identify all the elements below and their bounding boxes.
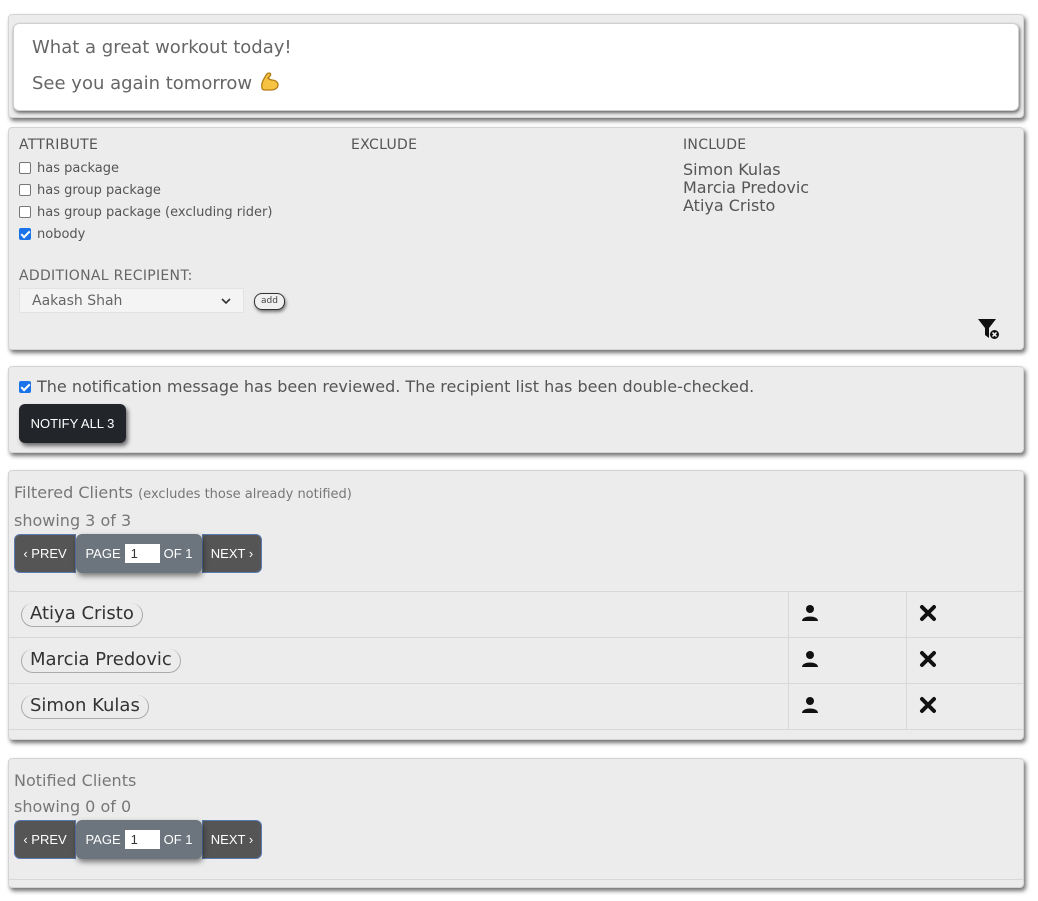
person-icon[interactable] bbox=[801, 604, 819, 626]
filtered-showing-count: showing 3 of 3 bbox=[14, 511, 132, 530]
include-name: Simon Kulas bbox=[683, 160, 781, 179]
notified-pager: ‹ PREV PAGE 1 OF 1 NEXT › bbox=[14, 820, 262, 859]
exclude-title: EXCLUDE bbox=[351, 137, 418, 153]
filtered-clients-table: Atiya Cristo Marcia Predovic Simon Kulas bbox=[9, 591, 1023, 730]
filter-clear-icon[interactable] bbox=[977, 317, 1001, 341]
attribute-column: ATTRIBUTE has package has group package … bbox=[19, 137, 272, 245]
review-checkbox[interactable] bbox=[19, 380, 31, 393]
client-name-button[interactable]: Simon Kulas bbox=[21, 694, 149, 719]
include-title: INCLUDE bbox=[683, 137, 747, 153]
message-preview[interactable]: What a great workout today! See you agai… bbox=[13, 23, 1019, 111]
page-total: OF 1 bbox=[163, 546, 193, 561]
client-name-button[interactable]: Marcia Predovic bbox=[21, 648, 181, 673]
review-confirmation[interactable]: The notification message has been review… bbox=[19, 377, 754, 396]
message-line-2: See you again tomorrow bbox=[32, 70, 1000, 104]
include-column: INCLUDE Simon Kulas Marcia Predovic Atiy… bbox=[683, 137, 809, 215]
include-name: Atiya Cristo bbox=[683, 196, 776, 215]
attribute-option[interactable]: has group package (excluding rider) bbox=[19, 201, 272, 223]
next-page-button[interactable]: NEXT › bbox=[202, 820, 262, 859]
include-name: Marcia Predovic bbox=[683, 178, 810, 197]
close-icon[interactable] bbox=[919, 650, 937, 672]
attribute-option[interactable]: has group package bbox=[19, 179, 272, 201]
table-row: Atiya Cristo bbox=[9, 591, 1023, 638]
notify-panel: The notification message has been review… bbox=[8, 366, 1024, 453]
exclude-column: EXCLUDE bbox=[351, 137, 417, 153]
filtered-clients-subtitle: (excludes those already notified) bbox=[138, 487, 352, 502]
message-line-1: What a great workout today! bbox=[32, 37, 292, 58]
attribute-label: has group package (excluding rider) bbox=[37, 204, 273, 220]
selected-recipient: Aakash Shah bbox=[32, 292, 123, 309]
person-icon[interactable] bbox=[801, 696, 819, 718]
attribute-label: has group package bbox=[37, 182, 161, 198]
add-recipient-button[interactable]: add bbox=[254, 293, 285, 310]
page-label: PAGE bbox=[85, 546, 121, 561]
table-divider bbox=[9, 879, 1023, 880]
client-name-button[interactable]: Atiya Cristo bbox=[21, 602, 143, 627]
recipient-filter-panel: ATTRIBUTE has package has group package … bbox=[8, 127, 1024, 350]
notify-all-button[interactable]: NOTIFY ALL 3 bbox=[19, 404, 126, 443]
table-row: Simon Kulas bbox=[9, 683, 1023, 730]
attribute-label: has package bbox=[37, 160, 119, 176]
person-icon[interactable] bbox=[801, 650, 819, 672]
attribute-option[interactable]: has package bbox=[19, 157, 272, 179]
attribute-checkbox[interactable] bbox=[19, 206, 31, 218]
next-page-button[interactable]: NEXT › bbox=[202, 534, 262, 573]
filtered-clients-title: Filtered Clients bbox=[14, 483, 134, 502]
attribute-checkbox[interactable] bbox=[19, 162, 31, 174]
notified-clients-panel: Notified Clients showing 0 of 0 ‹ PREV P… bbox=[8, 758, 1024, 888]
notified-showing-count: showing 0 of 0 bbox=[14, 797, 132, 816]
close-icon[interactable] bbox=[919, 604, 937, 626]
notified-clients-title: Notified Clients bbox=[14, 771, 137, 790]
filtered-pager: ‹ PREV PAGE 1 OF 1 NEXT › bbox=[14, 534, 262, 573]
attribute-title: ATTRIBUTE bbox=[19, 137, 99, 153]
message-line-2-text: See you again tomorrow bbox=[32, 73, 253, 94]
attribute-label: nobody bbox=[37, 226, 86, 242]
flexed-biceps-icon bbox=[258, 70, 280, 99]
attribute-option[interactable]: nobody bbox=[19, 223, 272, 245]
attribute-checkbox[interactable] bbox=[19, 228, 31, 240]
additional-recipient-label: ADDITIONAL RECIPIENT: bbox=[19, 268, 193, 284]
attribute-checkbox[interactable] bbox=[19, 184, 31, 196]
page-number-input[interactable]: 1 bbox=[124, 544, 160, 563]
table-row: Marcia Predovic bbox=[9, 637, 1023, 684]
page-label: PAGE bbox=[85, 832, 121, 847]
message-panel: What a great workout today! See you agai… bbox=[8, 14, 1024, 118]
review-confirmation-text: The notification message has been review… bbox=[37, 377, 755, 396]
close-icon[interactable] bbox=[919, 696, 937, 718]
page-number-input[interactable]: 1 bbox=[124, 830, 160, 849]
prev-page-button[interactable]: ‹ PREV bbox=[14, 534, 76, 573]
additional-recipient-select[interactable]: Aakash Shah bbox=[19, 288, 244, 313]
page-indicator: PAGE 1 OF 1 bbox=[76, 534, 202, 573]
page-indicator: PAGE 1 OF 1 bbox=[76, 820, 202, 859]
filtered-clients-heading: Filtered Clients (excludes those already… bbox=[14, 483, 352, 502]
chevron-down-icon bbox=[221, 293, 231, 309]
filtered-clients-panel: Filtered Clients (excludes those already… bbox=[8, 470, 1024, 740]
prev-page-button[interactable]: ‹ PREV bbox=[14, 820, 76, 859]
page-total: OF 1 bbox=[163, 832, 193, 847]
